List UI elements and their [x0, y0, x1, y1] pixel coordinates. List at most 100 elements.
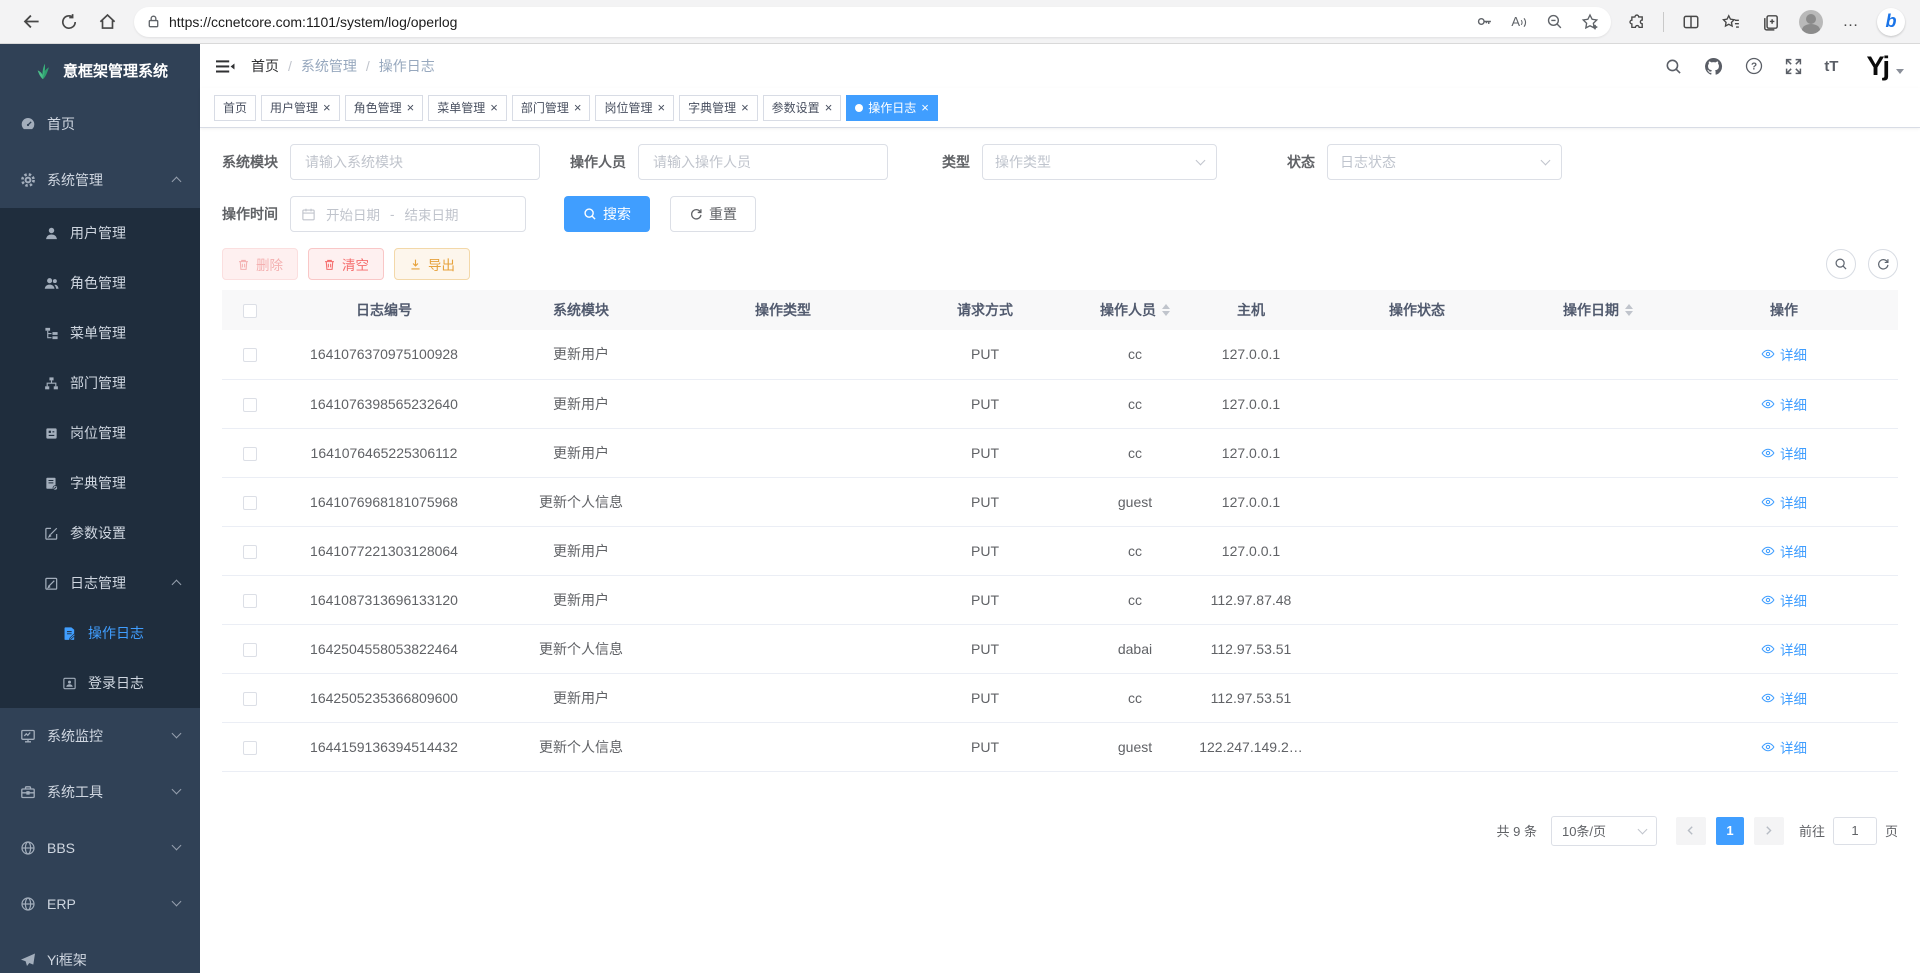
sidebar-item-home[interactable]: 首页 [0, 96, 200, 152]
status-select[interactable]: 日志状态 [1327, 144, 1562, 180]
tab-parameter-settings[interactable]: 参数设置× [763, 95, 842, 121]
table-search-toggle-button[interactable] [1826, 249, 1856, 279]
sidebar-item-user-management[interactable]: 用户管理 [0, 208, 200, 258]
password-key-icon[interactable] [1476, 13, 1493, 30]
detail-link[interactable]: 详细 [1761, 737, 1807, 757]
clear-button[interactable]: 清空 [308, 248, 384, 280]
sidebar-item-system-monitor[interactable]: 系统监控 [0, 708, 200, 764]
sort-icons[interactable] [1625, 304, 1633, 316]
detail-link[interactable]: 详细 [1761, 541, 1807, 561]
browser-home-button[interactable] [88, 5, 126, 39]
export-button[interactable]: 导出 [394, 248, 470, 280]
row-checkbox[interactable] [243, 545, 257, 559]
delete-button[interactable]: 删除 [222, 248, 298, 280]
detail-link[interactable]: 详细 [1761, 492, 1807, 512]
row-checkbox[interactable] [243, 741, 257, 755]
detail-link[interactable]: 详细 [1761, 590, 1807, 610]
date-range-picker[interactable]: 开始日期 - 结束日期 [290, 196, 526, 232]
row-checkbox[interactable] [243, 348, 257, 362]
sort-icons[interactable] [1162, 304, 1170, 316]
sidebar-item-role-management[interactable]: 角色管理 [0, 258, 200, 308]
page-size-select[interactable]: 10条/页 [1551, 816, 1657, 846]
extensions-button[interactable] [1619, 5, 1653, 39]
sidebar-item-system-tools[interactable]: 系统工具 [0, 764, 200, 820]
tab-home[interactable]: 首页 [214, 95, 256, 121]
row-checkbox[interactable] [243, 398, 257, 412]
tab-role-management[interactable]: 角色管理× [345, 95, 424, 121]
zoom-out-icon[interactable] [1546, 13, 1563, 30]
row-checkbox[interactable] [243, 496, 257, 510]
close-icon[interactable]: × [825, 101, 833, 114]
read-aloud-icon[interactable]: A [1511, 14, 1528, 29]
row-checkbox[interactable] [243, 692, 257, 706]
font-size-icon[interactable]: tT [1824, 58, 1838, 75]
address-bar[interactable]: https://ccnetcore.com:1101/system/log/op… [134, 7, 1611, 37]
detail-link[interactable]: 详细 [1761, 688, 1807, 708]
copilot-button[interactable]: b [1874, 5, 1908, 39]
row-checkbox[interactable] [243, 594, 257, 608]
sidebar-item-yi-framework[interactable]: Yi框架 [0, 932, 200, 973]
sidebar-item-operation-log[interactable]: 操作日志 [0, 608, 200, 658]
sidebar-item-menu-management[interactable]: 菜单管理 [0, 308, 200, 358]
close-icon[interactable]: × [921, 101, 929, 114]
sidebar-item-log-management[interactable]: 日志管理 [0, 558, 200, 608]
prev-page-button[interactable] [1676, 817, 1706, 845]
tab-menu-management[interactable]: 菜单管理× [428, 95, 507, 121]
gear-icon [20, 172, 36, 188]
goto-page-input[interactable] [1833, 817, 1877, 845]
profile-button[interactable] [1794, 5, 1828, 39]
browser-refresh-button[interactable] [50, 5, 88, 39]
detail-link[interactable]: 详细 [1761, 639, 1807, 659]
type-select[interactable]: 操作类型 [982, 144, 1217, 180]
split-screen-button[interactable] [1674, 5, 1708, 39]
settings-more-button[interactable]: … [1834, 5, 1868, 39]
tab-department-management[interactable]: 部门管理× [512, 95, 591, 121]
close-icon[interactable]: × [574, 101, 582, 114]
sidebar-collapse-button[interactable] [216, 58, 235, 75]
sidebar-item-dictionary-management[interactable]: 字典管理 [0, 458, 200, 508]
detail-link[interactable]: 详细 [1761, 394, 1807, 414]
tab-dictionary-management[interactable]: 字典管理× [679, 95, 758, 121]
header-search-button[interactable] [1665, 58, 1682, 75]
sidebar-item-post-management[interactable]: 岗位管理 [0, 408, 200, 458]
page-number-1[interactable]: 1 [1716, 817, 1744, 845]
favorites-button[interactable] [1714, 5, 1748, 39]
tab-post-management[interactable]: 岗位管理× [595, 95, 674, 121]
reset-button[interactable]: 重置 [670, 196, 756, 232]
table-refresh-button[interactable] [1868, 249, 1898, 279]
detail-link[interactable]: 详细 [1761, 344, 1807, 364]
app-logo[interactable]: 意框架管理系统 [0, 44, 200, 96]
sidebar-item-login-log[interactable]: 登录日志 [0, 658, 200, 708]
sidebar-item-department-management[interactable]: 部门管理 [0, 358, 200, 408]
close-icon[interactable]: × [490, 101, 498, 114]
tab-operation-log[interactable]: 操作日志× [846, 95, 938, 121]
operator-input[interactable] [638, 144, 888, 180]
browser-back-button[interactable] [12, 5, 50, 39]
row-checkbox[interactable] [243, 447, 257, 461]
close-icon[interactable]: × [323, 101, 331, 114]
row-checkbox[interactable] [243, 643, 257, 657]
breadcrumb-home[interactable]: 首页 [251, 56, 279, 76]
search-button[interactable]: 搜索 [564, 196, 650, 232]
header-fullscreen-button[interactable] [1785, 58, 1802, 75]
select-all-checkbox[interactable] [243, 304, 257, 318]
col-date[interactable]: 操作日期 [1526, 290, 1670, 330]
sidebar-item-erp[interactable]: ERP [0, 876, 200, 932]
close-icon[interactable]: × [657, 101, 665, 114]
detail-link[interactable]: 详细 [1761, 443, 1807, 463]
next-page-button[interactable] [1754, 817, 1784, 845]
header-help-button[interactable]: ? [1745, 57, 1763, 75]
close-icon[interactable]: × [407, 101, 415, 114]
header-github-button[interactable] [1704, 57, 1723, 76]
user-menu[interactable]: Yj [1860, 53, 1904, 80]
tab-user-management[interactable]: 用户管理× [261, 95, 340, 121]
close-icon[interactable]: × [741, 101, 749, 114]
module-input[interactable] [290, 144, 540, 180]
sidebar-item-bbs[interactable]: BBS [0, 820, 200, 876]
col-operator[interactable]: 操作人员 [1076, 290, 1194, 330]
add-favorite-icon[interactable] [1581, 13, 1599, 31]
sidebar-item-parameter-settings[interactable]: 参数设置 [0, 508, 200, 558]
sidebar-item-system-management[interactable]: 系统管理 [0, 152, 200, 208]
chevron-down-icon [172, 785, 182, 795]
collections-button[interactable] [1754, 5, 1788, 39]
